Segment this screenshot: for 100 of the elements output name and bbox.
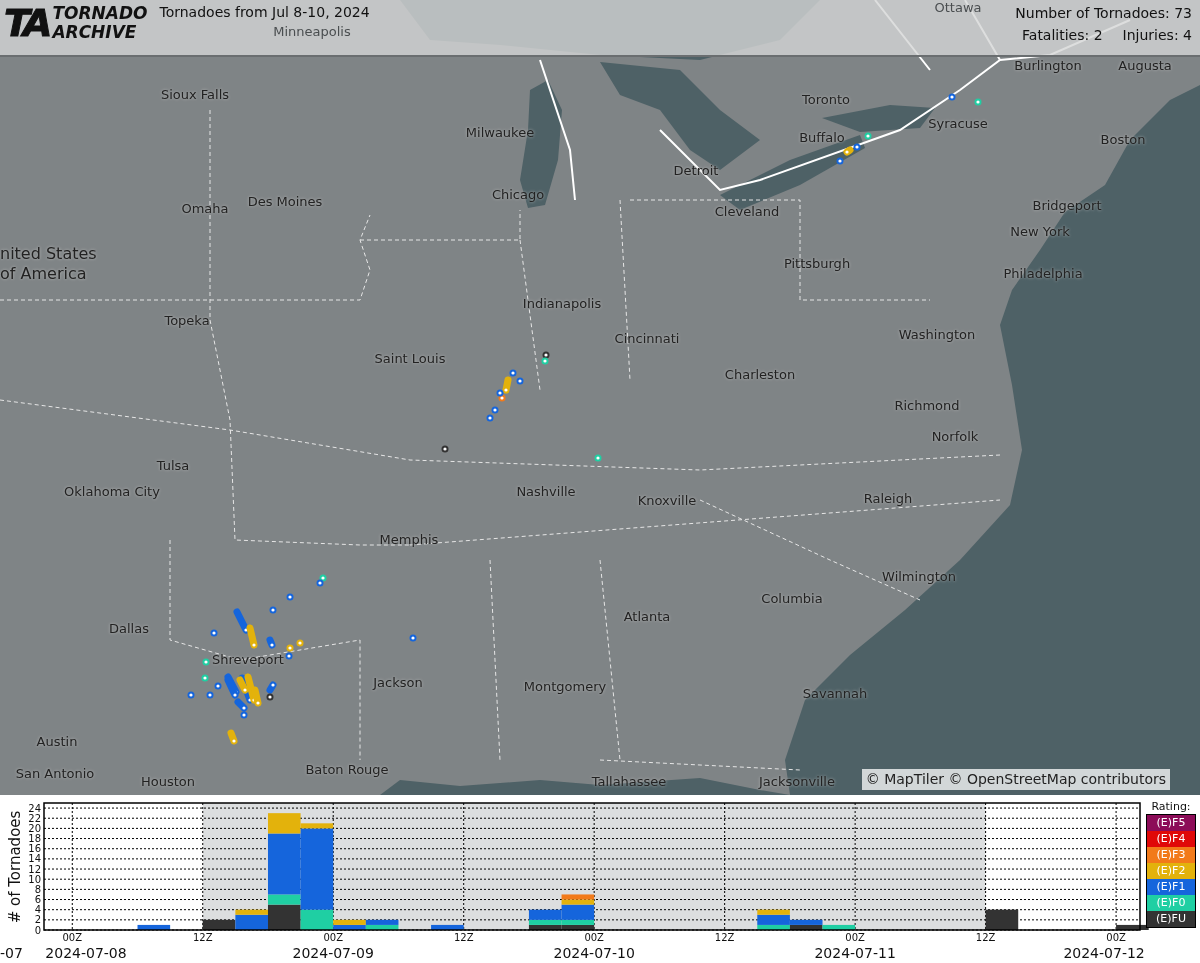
legend-item: (E)F3 (1147, 847, 1195, 863)
tornado-marker (974, 98, 982, 106)
city-label: Ottawa (934, 0, 982, 18)
y-tick-label: 8 (34, 883, 41, 895)
city-label: Norfolk (931, 428, 979, 447)
city-label: Raleigh (863, 490, 913, 509)
city-label: Oklahoma City (64, 483, 160, 502)
tornado-marker (233, 608, 250, 634)
city-label: Chicago (491, 186, 545, 205)
y-tick-label: 20 (28, 822, 41, 834)
histogram-bar (137, 924, 171, 930)
tornado-marker (441, 445, 449, 453)
tornado-marker (202, 658, 210, 666)
city-label: Baton Rouge (305, 761, 389, 780)
city-label: Jacksonville (759, 773, 835, 792)
tornado-marker (843, 146, 854, 156)
city-label: Houston (141, 773, 195, 792)
country-label: nited States (0, 243, 97, 265)
city-label: Shreveport (212, 651, 284, 670)
y-tick-label: 12 (28, 863, 41, 875)
city-label: Knoxville (637, 492, 697, 511)
x-tick-label: 12Z (453, 932, 474, 943)
tornado-marker (201, 674, 209, 682)
city-label: Sioux Falls (160, 86, 230, 105)
legend-title: Rating: (1151, 800, 1191, 814)
tornado-marker (210, 629, 218, 637)
legend-item: (E)F0 (1147, 895, 1195, 911)
x-tick-label: 00Z (62, 932, 83, 943)
city-label: Dallas (109, 620, 149, 639)
legend-item: (E)FU (1147, 911, 1195, 927)
tornado-marker (864, 132, 872, 140)
date-label: -07 (0, 945, 23, 961)
tornado-marker (409, 634, 417, 642)
city-label: Pittsburgh (783, 255, 851, 274)
city-label: Atlanta (623, 608, 671, 627)
x-tick-label: 00Z (845, 932, 865, 943)
y-tick-label: 18 (28, 833, 41, 845)
tornado-marker (246, 624, 258, 649)
y-tick-label: 16 (28, 843, 41, 855)
y-tick-label: 22 (28, 812, 41, 824)
city-label: Richmond (894, 397, 960, 416)
date-label: 2024-07-10 (553, 945, 635, 961)
city-label: Boston (1100, 131, 1146, 150)
city-label: Minneapolis (273, 23, 351, 42)
city-label: Jackson (373, 674, 423, 693)
legend-item: (E)F5 (1147, 815, 1195, 831)
legend-item: (E)F1 (1147, 879, 1195, 895)
x-tick-label: 12Z (975, 932, 996, 943)
tornado-marker (187, 691, 195, 699)
city-label: Cleveland (714, 203, 780, 222)
date-label: 2024-07-12 (1063, 945, 1145, 961)
date-label: 2024-07-11 (814, 945, 896, 961)
x-tick-label: 00Z (1106, 932, 1126, 943)
histogram-bar (1116, 924, 1149, 930)
y-tick-label: 24 (28, 802, 41, 814)
tornado-marker (594, 454, 602, 462)
y-axis-title: # of Tornadoes (6, 810, 24, 924)
tornado-marker (227, 729, 238, 745)
city-label: Tallahassee (591, 773, 667, 792)
city-label: Memphis (379, 531, 439, 550)
tornado-marker (269, 606, 277, 614)
city-label: Austin (36, 733, 78, 752)
y-tick-label: 14 (28, 853, 41, 865)
city-label: Montgomery (523, 678, 607, 697)
legend-item: (E)F2 (1147, 863, 1195, 879)
city-label: Topeka (164, 312, 210, 331)
y-tick-label: 4 (34, 904, 41, 916)
city-label: New York (1010, 223, 1070, 242)
city-label: Buffalo (799, 129, 845, 148)
city-label: Toronto (802, 91, 850, 110)
fatalities-count: Fatalities: 2 (1022, 26, 1103, 45)
tornado-marker (286, 593, 294, 601)
city-label: Washington (898, 326, 976, 345)
x-tick-label: 12Z (192, 932, 213, 943)
histogram-bar (431, 924, 464, 930)
city-label: Philadelphia (1003, 265, 1083, 284)
y-tick-label: 0 (34, 924, 41, 936)
y-tick-label: 10 (28, 873, 41, 885)
city-label: Augusta (1118, 57, 1172, 76)
legend-item: (E)F4 (1147, 831, 1195, 847)
date-label: 2024-07-09 (292, 945, 374, 961)
x-tick-label: 00Z (584, 932, 604, 943)
date-label: 2024-07-08 (45, 945, 127, 961)
y-tick-label: 2 (34, 914, 41, 926)
title-text: Tornadoes from Jul 8-10, 2024 (159, 3, 370, 22)
y-tick-label: 6 (34, 894, 41, 905)
city-label: Omaha (181, 200, 229, 219)
tornado-marker (266, 636, 276, 649)
country-label: of America (0, 263, 87, 285)
injuries-count: Injuries: 4 (1122, 26, 1192, 45)
city-label: Syracuse (928, 115, 988, 134)
city-label: Columbia (761, 590, 823, 609)
city-label: Indianapolis (522, 295, 602, 314)
city-label: Wilmington (882, 568, 956, 587)
city-label: Tulsa (156, 457, 190, 476)
tornado-marker (948, 93, 956, 101)
city-label: Saint Louis (374, 350, 446, 369)
map-attribution: © MapTiler © OpenStreetMap contributors (861, 769, 1170, 790)
x-tick-label: 00Z (323, 932, 343, 943)
x-tick-label: 12Z (714, 932, 735, 943)
